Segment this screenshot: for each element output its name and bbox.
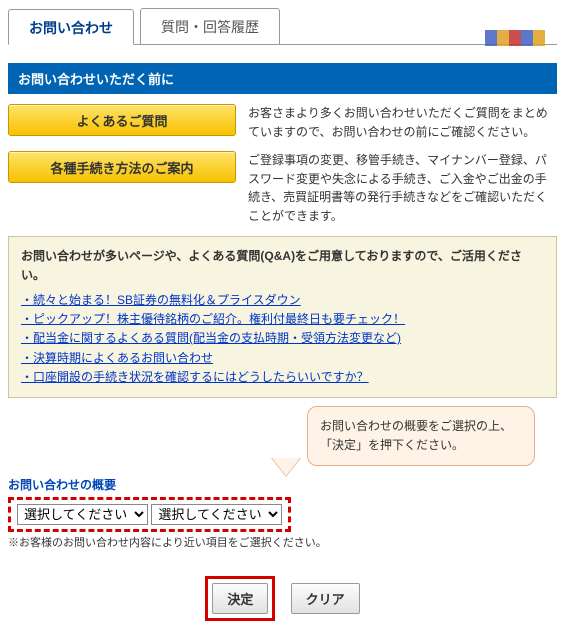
callout-line2: 「決定」を押下ください。	[320, 438, 464, 452]
tab-bar: お問い合わせ 質問・回答履歴	[8, 8, 557, 45]
callout-line1: お問い合わせの概要をご選択の上、	[320, 419, 512, 433]
tab-history[interactable]: 質問・回答履歴	[140, 8, 280, 44]
form-note: ※お客様のお問い合わせ内容により近い項目をご選択ください。	[8, 534, 557, 550]
info-link[interactable]: ・口座開設の手続き状況を確認するにはどうしたらいいですか？	[21, 368, 544, 387]
submit-button[interactable]: 決定	[212, 583, 268, 614]
info-box: お問い合わせが多いページや、よくある質問(Q&A)をご用意しておりますので、ご活…	[8, 236, 557, 398]
tab-inquiry[interactable]: お問い合わせ	[8, 9, 134, 45]
info-link[interactable]: ・配当金に関するよくある質問(配当金の支払時期・受領方法変更など)	[21, 329, 544, 348]
header-logo	[485, 30, 545, 46]
info-link[interactable]: ・続々と始まる！SB証券の無料化＆プライスダウン	[21, 291, 544, 310]
category-select-1[interactable]: 選択してください	[17, 504, 148, 525]
faq-description: お客さまより多くお問い合わせいただくご質問をまとめていますので、お問い合わせの前…	[248, 104, 557, 141]
category-select-2[interactable]: 選択してください	[151, 504, 282, 525]
section-title: お問い合わせいただく前に	[8, 63, 557, 94]
submit-highlight-box: 決定	[205, 576, 275, 621]
procedures-description: ご登録事項の変更、移管手続き、マイナンバー登録、パスワード変更や失念による手続き…	[248, 151, 557, 225]
info-link[interactable]: ・決算時期によくあるお問い合わせ	[21, 349, 544, 368]
callout-bubble: お問い合わせの概要をご選択の上、 「決定」を押下ください。	[307, 406, 535, 466]
info-link[interactable]: ・ピックアップ！株主優待銘柄のご紹介。権利付最終日も要チェック！	[21, 310, 544, 329]
form-label: お問い合わせの概要	[8, 476, 557, 493]
procedures-button[interactable]: 各種手続き方法のご案内	[8, 151, 236, 183]
info-title: お問い合わせが多いページや、よくある質問(Q&A)をご用意しておりますので、ご活…	[21, 247, 544, 285]
clear-button[interactable]: クリア	[291, 583, 360, 614]
select-highlight-box: 選択してください 選択してください	[8, 497, 291, 532]
faq-button[interactable]: よくあるご質問	[8, 104, 236, 136]
